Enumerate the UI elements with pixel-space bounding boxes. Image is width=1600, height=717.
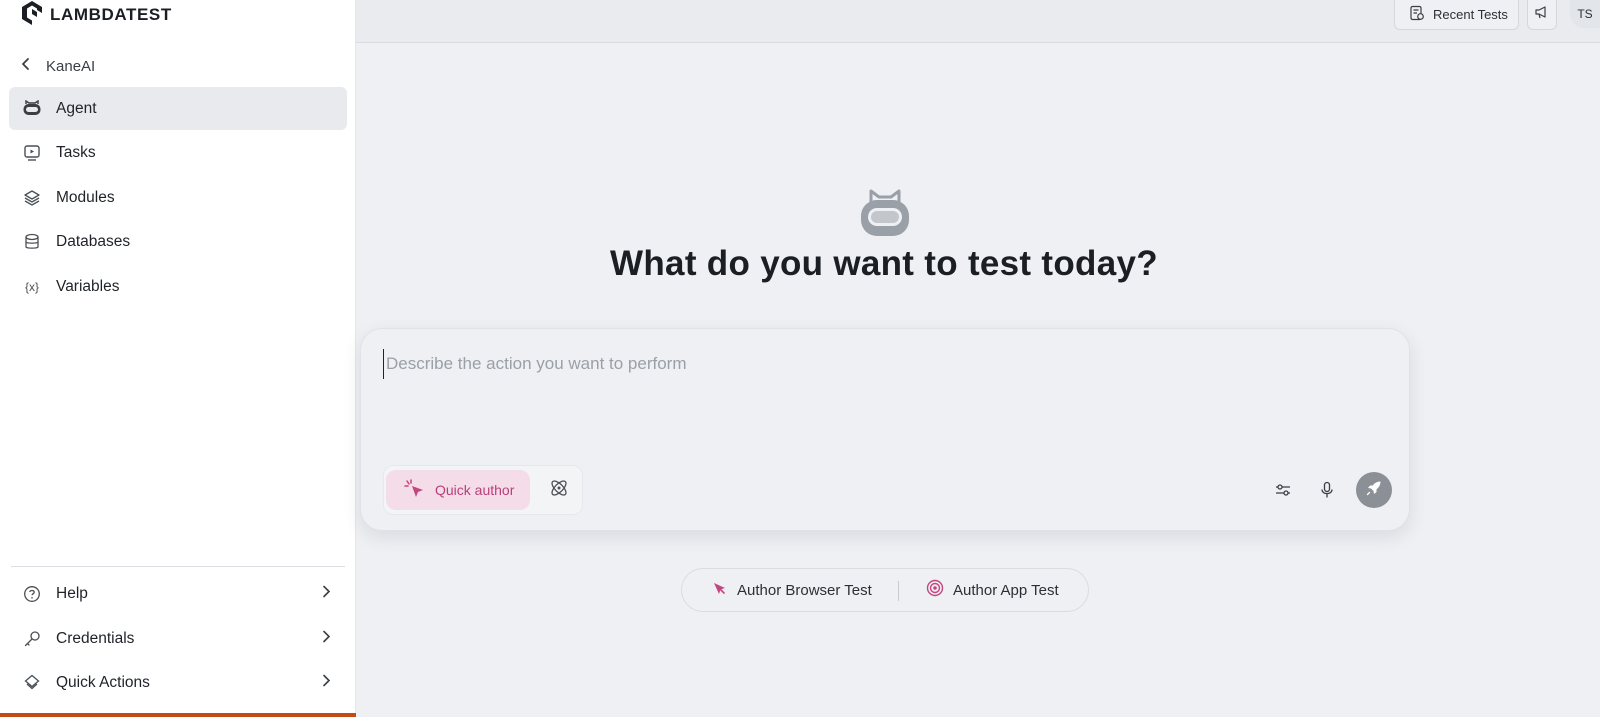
chevron-right-icon xyxy=(321,674,331,693)
page-title: What do you want to test today? xyxy=(610,244,1158,283)
help-icon xyxy=(22,584,42,604)
sidebar-item-label: Quick Actions xyxy=(56,674,150,692)
quick-author-button[interactable]: Quick author xyxy=(386,470,530,510)
user-avatar[interactable]: TS xyxy=(1570,0,1600,28)
sidebar-item-label: Tasks xyxy=(56,144,96,161)
sidebar-item-modules[interactable]: Modules xyxy=(9,176,347,219)
sidebar-item-label: Credentials xyxy=(56,629,135,647)
author-mode-group: Quick author xyxy=(383,465,583,515)
brand-logo[interactable]: LAMBDATEST xyxy=(20,0,172,31)
author-app-test-button[interactable]: Author App Test xyxy=(926,569,1059,611)
sidebar-item-agent[interactable]: Agent xyxy=(9,87,347,130)
prompt-input[interactable] xyxy=(383,349,1383,379)
announcements-button[interactable] xyxy=(1527,0,1557,30)
author-options-pill: Author Browser Test Author App Test xyxy=(681,568,1089,612)
layers-icon xyxy=(22,188,42,208)
back-to-kaneai[interactable]: KaneAI xyxy=(20,53,95,79)
sidebar-bottom-accent-bar xyxy=(0,713,356,717)
cursor-sparkle-icon xyxy=(404,478,426,502)
send-button[interactable] xyxy=(1356,472,1392,508)
chevron-left-icon xyxy=(20,57,32,75)
brand-name: LAMBDATEST xyxy=(50,5,172,24)
browser-cursor-icon xyxy=(712,580,728,600)
lambdatest-logo-icon xyxy=(20,0,44,31)
quick-actions-icon xyxy=(22,673,42,693)
sidebar: LAMBDATEST KaneAI Agent Tasks Modules Da… xyxy=(0,0,356,717)
sidebar-item-tasks[interactable]: Tasks xyxy=(9,132,347,175)
tasks-icon xyxy=(22,143,42,163)
sidebar-item-variables[interactable]: {x} Variables xyxy=(9,265,347,308)
sidebar-item-databases[interactable]: Databases xyxy=(9,221,347,264)
sidebar-item-label: Databases xyxy=(56,233,131,250)
target-icon xyxy=(926,579,944,601)
author-browser-test-label: Author Browser Test xyxy=(737,581,872,599)
sidebar-item-label: Help xyxy=(56,585,88,603)
chevron-right-icon xyxy=(321,629,331,648)
sidebar-bottom-nav: Help Credentials Quick Actions xyxy=(9,572,347,706)
prompt-composer: Quick author xyxy=(360,328,1410,531)
sidebar-divider xyxy=(11,566,345,567)
sidebar-item-label: Agent xyxy=(56,99,97,117)
atom-mode-button[interactable] xyxy=(544,475,574,505)
sidebar-item-quick-actions[interactable]: Quick Actions xyxy=(9,661,347,706)
microphone-icon xyxy=(1319,481,1335,504)
key-icon xyxy=(22,629,42,649)
rocket-icon xyxy=(1365,479,1383,502)
sidebar-item-credentials[interactable]: Credentials xyxy=(9,617,347,662)
quick-author-label: Quick author xyxy=(435,482,515,498)
recent-tests-button[interactable]: Recent Tests xyxy=(1394,0,1519,30)
sliders-icon xyxy=(1274,481,1292,504)
back-label: KaneAI xyxy=(46,57,96,75)
variables-icon: {x} xyxy=(24,279,39,294)
agent-icon xyxy=(22,99,42,119)
author-app-test-label: Author App Test xyxy=(953,581,1059,599)
kaneai-agent-icon xyxy=(858,188,912,238)
database-icon xyxy=(22,232,42,252)
pill-divider xyxy=(898,581,899,601)
sidebar-nav: Agent Tasks Modules Databases {x} Variab… xyxy=(9,87,347,310)
settings-sliders-button[interactable] xyxy=(1268,477,1298,507)
voice-input-button[interactable] xyxy=(1312,477,1342,507)
atom-icon xyxy=(548,477,570,504)
author-browser-test-button[interactable]: Author Browser Test xyxy=(712,569,872,611)
chevron-right-icon xyxy=(321,585,331,604)
megaphone-icon xyxy=(1534,4,1550,25)
sidebar-item-label: Modules xyxy=(56,188,115,206)
recent-tests-icon xyxy=(1409,5,1425,24)
recent-tests-label: Recent Tests xyxy=(1433,7,1508,22)
sidebar-item-help[interactable]: Help xyxy=(9,572,347,617)
sidebar-item-label: Variables xyxy=(56,277,120,295)
